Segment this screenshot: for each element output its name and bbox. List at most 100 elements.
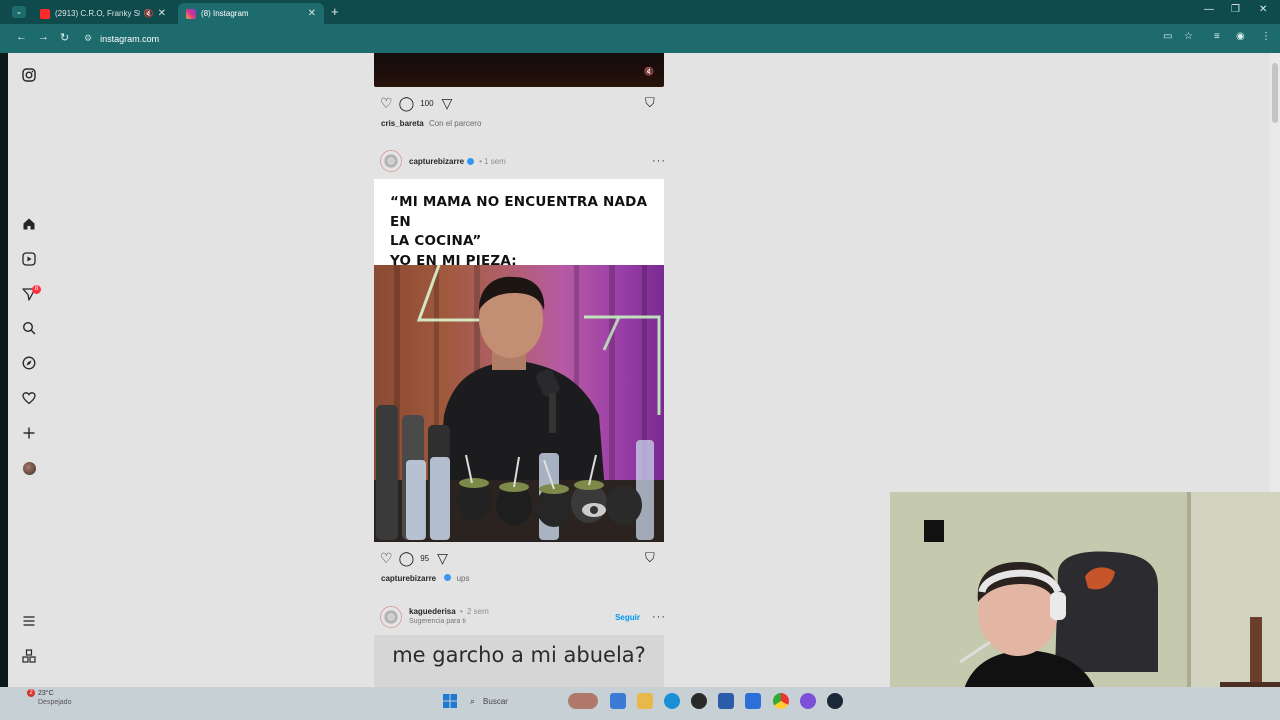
post-media[interactable]: “MI MAMA NO ENCUENTRA NADA EN LA COCINA”… — [374, 179, 664, 542]
url-text: instagram.com — [100, 33, 160, 44]
home-icon[interactable] — [21, 216, 37, 232]
search-icon: ⌕ — [470, 695, 476, 706]
meme-caption: me garcho a mi abuela? — [392, 643, 646, 667]
close-tab-icon[interactable]: ✕ — [308, 8, 316, 19]
mail-icon[interactable] — [745, 693, 761, 709]
more-options-icon[interactable]: ··· — [652, 611, 666, 623]
windows-taskbar: 2 23°C Despejado ⌕ Buscar — [0, 687, 1280, 720]
tab-search-icon[interactable]: ⌄ — [12, 6, 26, 18]
meme-caption: “MI MAMA NO ENCUENTRA NADA EN LA COCINA”… — [390, 193, 654, 271]
post-actions: ♡ ◯ 95 ▽ — [380, 550, 454, 567]
post-caption: cris_bareta Con el parcero — [381, 119, 481, 128]
file-explorer-icon[interactable] — [637, 693, 653, 709]
post-header: capturebizarre • 1 sem ··· — [380, 149, 666, 173]
share-icon[interactable]: ▽ — [442, 95, 453, 112]
close-tab-icon[interactable]: ✕ — [158, 8, 166, 19]
task-view-icon[interactable] — [610, 693, 626, 709]
post-username[interactable]: capturebizarre — [409, 157, 464, 166]
tab-title: (2913) C.R.O, Franky Style, I — [55, 9, 140, 18]
browser-tab-bar: ⌄ (2913) C.R.O, Franky Style, I 🔇 ✕ (8) … — [0, 0, 1280, 24]
browser-toolbar: ← → ↻ ⚙ instagram.com ▭ ☆ ≡ ◉ ⋮ — [0, 24, 1280, 53]
search-icon[interactable] — [21, 320, 37, 336]
weather-condition: Despejado — [38, 699, 72, 706]
search-placeholder: Buscar — [483, 696, 508, 706]
post-media[interactable]: me garcho a mi abuela? — [374, 635, 664, 687]
profile-icon[interactable]: ◉ — [1236, 31, 1245, 42]
comment-count: 100 — [420, 99, 434, 108]
like-icon[interactable]: ♡ — [380, 550, 393, 567]
post-header: kaguederisa • 2 sem Sugerencia para ti S… — [380, 605, 666, 629]
caption-username[interactable]: capturebizarre — [381, 574, 436, 583]
like-icon[interactable]: ♡ — [380, 95, 393, 112]
video-media[interactable]: 🔇 — [374, 53, 664, 87]
chrome-icon[interactable] — [773, 693, 789, 709]
windows-start-icon[interactable] — [442, 693, 458, 709]
back-icon[interactable]: ← — [16, 31, 27, 43]
apps-icon[interactable] — [21, 648, 37, 664]
more-options-icon[interactable]: ··· — [652, 155, 666, 167]
forward-icon[interactable]: → — [38, 31, 49, 43]
heart-icon[interactable] — [21, 390, 37, 406]
comment-icon[interactable]: ◯ — [399, 550, 415, 567]
restore-icon[interactable]: ❐ — [1231, 4, 1240, 15]
post-username[interactable]: kaguederisa — [409, 607, 456, 616]
post-time: 1 sem — [483, 156, 506, 166]
post-time: 2 sem — [466, 607, 489, 616]
follow-button[interactable]: Seguir — [615, 613, 640, 622]
weather-widget[interactable]: 23°C Despejado — [26, 689, 71, 707]
taskbar-widget-icon[interactable] — [568, 693, 598, 709]
share-icon[interactable]: ▽ — [437, 550, 448, 567]
comment-icon[interactable]: ◯ — [399, 95, 415, 112]
save-icon[interactable]: ⛉ — [645, 550, 655, 566]
site-info-icon[interactable]: ⚙ — [84, 33, 92, 44]
avatar[interactable] — [380, 606, 402, 628]
menu-icon[interactable] — [21, 613, 37, 629]
mute-icon[interactable]: 🔇 — [644, 67, 656, 77]
webcam-overlay — [890, 492, 1280, 712]
browser-menu-icon[interactable]: ⋮ — [1261, 31, 1271, 42]
twitch-icon[interactable] — [800, 693, 816, 709]
compass-icon[interactable] — [21, 355, 37, 371]
save-icon[interactable]: ⛉ — [645, 95, 655, 111]
tab-instagram[interactable]: (8) Instagram ✕ — [178, 3, 324, 24]
weather-temp: 23°C — [38, 690, 54, 697]
reels-icon[interactable] — [21, 251, 37, 267]
avatar[interactable] — [23, 462, 36, 475]
separator-dot: • — [479, 156, 482, 166]
caption-username[interactable]: cris_bareta — [381, 119, 424, 128]
plus-icon[interactable] — [21, 425, 37, 441]
close-window-icon[interactable]: ✕ — [1259, 4, 1267, 15]
verified-icon — [467, 157, 475, 165]
speaker-mute-icon[interactable]: 🔇 — [144, 9, 154, 18]
caption-text: ups — [456, 574, 470, 583]
avatar[interactable] — [380, 150, 402, 172]
window-frame — [0, 53, 8, 687]
edge-icon[interactable] — [664, 693, 680, 709]
bookmark-star-icon[interactable]: ☆ — [1184, 31, 1193, 42]
post-actions: ♡ ◯ 100 ▽ — [380, 95, 458, 112]
suggestion-label: Sugerencia para ti — [409, 618, 466, 625]
extensions-icon[interactable]: ≡ — [1214, 31, 1220, 42]
verified-icon — [444, 574, 452, 581]
scrollbar-thumb[interactable] — [1272, 63, 1278, 123]
caption-text: Con el parcero — [428, 119, 482, 128]
meme-line: LA COCINA” — [390, 233, 482, 249]
youtube-favicon-icon — [40, 8, 50, 19]
instagram-icon[interactable] — [21, 67, 37, 83]
install-app-icon[interactable]: ▭ — [1163, 31, 1172, 42]
new-tab-button[interactable]: + — [331, 4, 339, 19]
steam-icon[interactable] — [827, 693, 843, 709]
meme-line: “MI MAMA NO ENCUENTRA NADA EN — [390, 194, 648, 230]
taskbar-search[interactable]: ⌕ Buscar — [470, 693, 560, 709]
reload-icon[interactable]: ↻ — [60, 31, 69, 44]
instagram-favicon-icon — [186, 8, 196, 19]
messages-badge: 8 — [32, 285, 41, 294]
address-bar[interactable]: ⚙ instagram.com — [84, 29, 1154, 48]
meme-photo — [374, 265, 664, 542]
comment-count: 95 — [420, 554, 430, 563]
minimize-icon[interactable]: — — [1204, 4, 1214, 15]
tab-title: (8) Instagram — [201, 9, 249, 18]
tab-youtube[interactable]: (2913) C.R.O, Franky Style, I 🔇 ✕ — [32, 3, 174, 24]
store-icon[interactable] — [718, 693, 734, 709]
obs-icon[interactable] — [691, 693, 707, 709]
